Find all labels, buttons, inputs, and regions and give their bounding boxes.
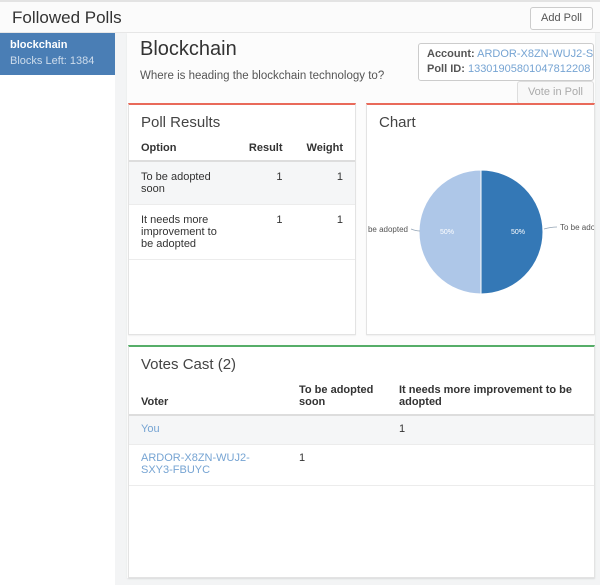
voter-link-account[interactable]: ARDOR-X8ZN-WUJ2-SXY3-FBUYC	[141, 452, 250, 476]
column-result: Result	[236, 138, 295, 162]
vote-value-cell: 1	[287, 444, 387, 486]
column-needs-improvement: It needs more improvement to be adopted	[387, 380, 594, 416]
blocks-left-value: 1384	[69, 55, 95, 67]
vote-value-cell	[387, 444, 594, 486]
pie-label-to-be-adopted-soon: To be adopted soon	[560, 223, 595, 232]
pie-percent-right: 50%	[511, 229, 525, 236]
table-row: To be adopted soon 1 1	[129, 161, 355, 205]
option-cell: It needs more improvement to be adopted	[129, 204, 237, 260]
vote-value-cell	[287, 415, 387, 445]
votes-header-row: Voter To be adopted soon It needs more i…	[129, 380, 594, 416]
page-header: Followed Polls Add Poll	[0, 0, 600, 33]
option-cell: To be adopted soon	[129, 161, 237, 205]
column-weight: Weight	[294, 138, 355, 162]
poll-results-header-row: Option Result Weight	[129, 138, 355, 162]
voter-link-you[interactable]: You	[141, 423, 160, 435]
poll-results-table: Option Result Weight To be adopted soon …	[129, 138, 355, 260]
account-link[interactable]: ARDOR-X8ZN-WUJ2-SXY3-FBUYC	[477, 48, 593, 60]
poll-detail-main: Blockchain Where is heading the blockcha…	[127, 33, 595, 578]
account-row: Account: ARDOR-X8ZN-WUJ2-SXY3-FBUYC	[427, 47, 593, 62]
weight-cell: 1	[294, 204, 355, 260]
column-option: Option	[129, 138, 237, 162]
weight-cell: 1	[294, 161, 355, 205]
vote-in-poll-button[interactable]: Vote in Poll	[516, 81, 594, 104]
column-voter: Voter	[129, 380, 287, 416]
pie-label-needs-improvement: It needs more improvement to be adopted	[367, 225, 408, 234]
poll-question: Where is heading the blockchain technolo…	[140, 70, 385, 82]
result-cell: 1	[236, 204, 295, 260]
votes-cast-title: Votes Cast (2)	[141, 356, 237, 373]
pie-percent-left: 50%	[440, 229, 454, 236]
sidebar-blocks-left: Blocks Left: 1384	[10, 55, 105, 67]
chart-title: Chart	[379, 114, 416, 131]
table-row: You 1	[129, 415, 594, 445]
account-label: Account:	[427, 48, 475, 60]
poll-results-title: Poll Results	[141, 114, 221, 131]
votes-cast-table: Voter To be adopted soon It needs more i…	[129, 380, 594, 486]
votes-cast-panel: Votes Cast (2) Voter To be adopted soon …	[128, 345, 595, 578]
poll-results-panel: Poll Results Option Result Weight To be …	[128, 103, 356, 335]
table-row: It needs more improvement to be adopted …	[129, 204, 355, 260]
pie-callout-line-right	[543, 226, 558, 230]
sidebar-poll-name: blockchain	[10, 39, 68, 51]
table-row: ARDOR-X8ZN-WUJ2-SXY3-FBUYC 1	[129, 444, 594, 486]
result-cell: 1	[236, 161, 295, 205]
vote-value-cell: 1	[387, 415, 594, 445]
poll-title: Blockchain	[140, 38, 237, 60]
page-title: Followed Polls	[12, 8, 122, 27]
poll-id-row: Poll ID: 13301905801047812208	[427, 62, 590, 77]
voter-cell: ARDOR-X8ZN-WUJ2-SXY3-FBUYC	[129, 444, 287, 486]
sidebar-item-blockchain[interactable]: blockchain Blocks Left: 1384	[0, 33, 115, 75]
poll-pie-chart: 50% 50% It needs more improvement to be …	[367, 169, 595, 295]
followed-polls-page: Followed Polls Add Poll blockchain Block…	[0, 0, 600, 585]
voter-cell: You	[129, 415, 287, 445]
polls-sidebar: blockchain Blocks Left: 1384	[0, 33, 115, 585]
chart-panel: Chart 50% 50% It needs more improvement …	[366, 103, 595, 335]
column-to-be-adopted-soon: To be adopted soon	[287, 380, 387, 416]
poll-id-label: Poll ID:	[427, 63, 465, 75]
add-poll-button[interactable]: Add Poll	[530, 7, 593, 30]
poll-id-link[interactable]: 13301905801047812208	[468, 63, 590, 75]
blocks-left-label: Blocks Left:	[10, 55, 67, 67]
poll-account-box: Account: ARDOR-X8ZN-WUJ2-SXY3-FBUYC Poll…	[418, 43, 594, 81]
